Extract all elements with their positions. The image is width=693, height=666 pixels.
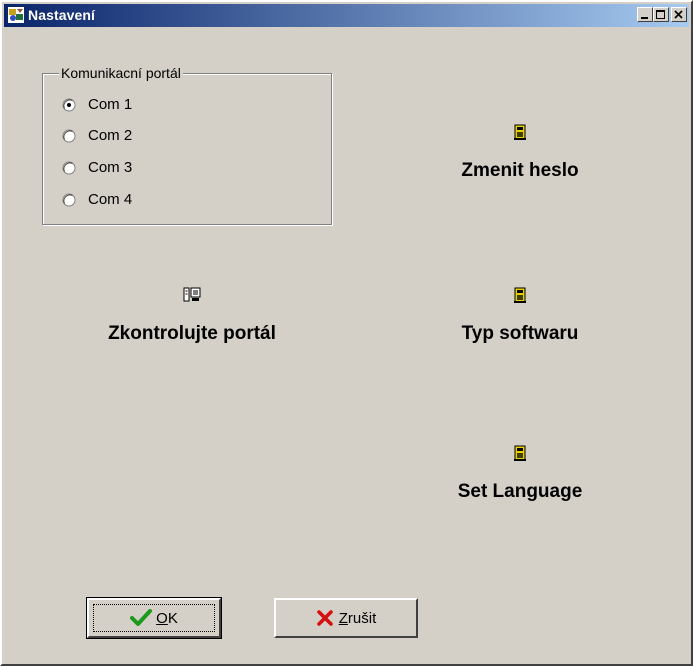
radio-label-com2: Com 2 <box>88 127 133 144</box>
minimize-button[interactable] <box>637 7 653 22</box>
minimize-icon <box>641 17 648 19</box>
computer-icon <box>183 287 201 302</box>
port-group-label: Komunikacní portál <box>59 65 183 81</box>
software-type-label: Typ softwaru <box>461 323 579 344</box>
checkmark-icon <box>130 609 153 626</box>
key-cabinet-icon <box>514 445 526 461</box>
cancel-button-content: Zrušit <box>279 603 413 633</box>
radio-unchecked-icon <box>62 161 76 175</box>
radio-checked-icon <box>62 98 76 112</box>
close-button[interactable] <box>671 7 687 22</box>
key-cabinet-icon <box>514 124 526 140</box>
change-password-action[interactable]: Zmenit heslo <box>420 123 620 182</box>
maximize-icon <box>656 10 665 19</box>
radio-label-com1: Com 1 <box>88 96 133 113</box>
check-port-action[interactable]: Zkontrolujte portál <box>62 286 322 345</box>
settings-window: Nastavení Komunikacní portál Com 1 Com 2… <box>0 0 693 666</box>
check-port-label: Zkontrolujte portál <box>108 323 276 344</box>
change-password-label: Zmenit heslo <box>461 160 579 181</box>
ok-button[interactable]: OK <box>86 597 222 639</box>
key-cabinet-icon <box>514 287 526 303</box>
app-icon <box>8 7 24 23</box>
radio-unchecked-icon <box>62 129 76 143</box>
set-language-label: Set Language <box>457 481 583 502</box>
ok-button-content: OK <box>92 603 216 633</box>
port-groupbox <box>42 73 332 225</box>
radio-unchecked-icon <box>62 193 76 207</box>
radio-label-com4: Com 4 <box>88 191 133 208</box>
set-language-action[interactable]: Set Language <box>420 444 620 503</box>
window-title: Nastavení <box>28 7 96 23</box>
title-bar[interactable]: Nastavení <box>4 4 689 27</box>
ok-label: OK <box>156 609 178 627</box>
radio-label-com3: Com 3 <box>88 159 133 176</box>
cancel-button[interactable]: Zrušit <box>274 598 418 638</box>
x-icon <box>316 610 333 626</box>
software-type-action[interactable]: Typ softwaru <box>420 286 620 345</box>
maximize-button[interactable] <box>653 7 669 22</box>
cancel-label: Zrušit <box>338 609 377 627</box>
close-icon <box>674 10 683 19</box>
